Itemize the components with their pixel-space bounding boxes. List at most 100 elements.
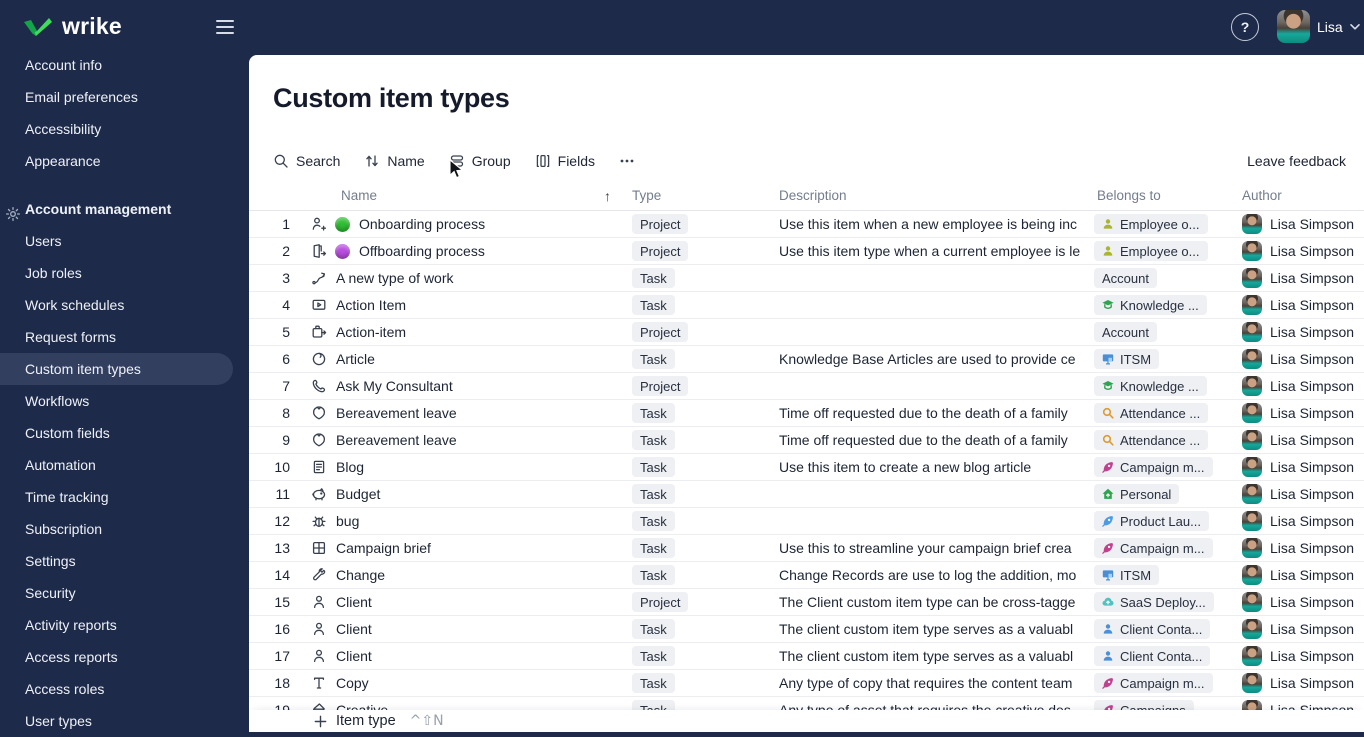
sidebar-item-job-roles[interactable]: Job roles [0, 257, 249, 289]
sidebar-item-access-roles[interactable]: Access roles [0, 673, 249, 705]
table-row[interactable]: 2 Offboarding process Project Use this item… [249, 238, 1364, 265]
type-badge: Task [632, 673, 675, 693]
table-row[interactable]: 7 Ask My Consultant Project Knowledge ... Li… [249, 373, 1364, 400]
table-row[interactable]: 1 Onboarding process Project Use this item … [249, 211, 1364, 238]
face-icon [310, 346, 328, 372]
table-row[interactable]: 3 A new type of work Task Account Lisa Simps… [249, 265, 1364, 292]
sidebar-item-account-info[interactable]: Account info [0, 49, 249, 81]
sidebar-item-settings[interactable]: Settings [0, 545, 249, 577]
author-cell: Lisa Simpson [1242, 346, 1354, 372]
sidebar-item-custom-item-types[interactable]: Custom item types [0, 353, 233, 385]
sidebar-item-users[interactable]: Users [0, 225, 249, 257]
sidebar-item-appearance[interactable]: Appearance [0, 145, 249, 177]
author-cell: Lisa Simpson [1242, 292, 1354, 318]
sidebar-item-time-tracking[interactable]: Time tracking [0, 481, 249, 513]
toolbar-label: Group [471, 153, 511, 169]
column-header-description[interactable]: Description [779, 188, 847, 203]
column-header-author[interactable]: Author [1242, 188, 1282, 203]
briefcase-arrow-icon [310, 319, 328, 345]
sidebar: Account info Email preferences Accessibili… [0, 0, 249, 732]
table-row[interactable]: 11 Budget Task Personal Lisa Simpson [249, 481, 1364, 508]
user-menu[interactable]: Lisa [1277, 10, 1360, 43]
table-row[interactable]: 12 bug Task Product Lau... Lisa Simpson [249, 508, 1364, 535]
belongs-to-badge: SaaS Deploy... [1094, 592, 1214, 612]
toolbar-fields-button[interactable]: Fields [535, 153, 595, 169]
belongs-to-badge: Knowledge ... [1094, 295, 1207, 315]
table-row[interactable]: 15 Client Project The Client custom item ty… [249, 589, 1364, 616]
table-row[interactable]: 9 Bereavement leave Task Time off requested… [249, 427, 1364, 454]
author-name: Lisa Simpson [1270, 270, 1355, 286]
belongs-to-cell: Campaign m... [1094, 454, 1213, 480]
author-name: Lisa Simpson [1270, 648, 1355, 664]
footer-bar: Item type ^⇧N [249, 710, 1364, 732]
item-type-cell: Project [632, 211, 689, 237]
row-number: 5 [282, 324, 290, 340]
belongs-to-cell: Product Lau... [1094, 508, 1209, 534]
sidebar-item-access-reports[interactable]: Access reports [0, 641, 249, 673]
author-cell: Lisa Simpson [1242, 643, 1354, 669]
belongs-to-cell: ITSM [1094, 346, 1160, 372]
sidebar-item-label: Custom fields [25, 425, 110, 441]
author-cell: Lisa Simpson [1242, 589, 1354, 615]
item-description: Knowledge Base Articles are used to prov… [779, 351, 1076, 367]
item-description: Time off requested due to the death of a… [779, 432, 1068, 448]
table-row[interactable]: 18 Copy Task Any type of copy that requires… [249, 670, 1364, 697]
author-cell: Lisa Simpson [1242, 454, 1354, 480]
add-item-type-button[interactable]: Item type [313, 713, 396, 729]
author-name: Lisa Simpson [1270, 675, 1355, 691]
sidebar-item-work-schedules[interactable]: Work schedules [0, 289, 249, 321]
toolbar-more-button[interactable] [619, 153, 635, 169]
leave-feedback-link[interactable]: Leave feedback [1247, 153, 1346, 169]
type-badge: Task [632, 457, 675, 477]
item-type-cell: Project [632, 589, 689, 615]
sidebar-item-security[interactable]: Security [0, 577, 249, 609]
author-cell: Lisa Simpson [1242, 265, 1354, 291]
toolbar-group-button[interactable]: Group [449, 153, 511, 169]
item-description: Use this item to create a new blog artic… [779, 459, 1032, 475]
author-avatar [1242, 457, 1262, 477]
toolbar-search-button[interactable]: Search [273, 153, 340, 169]
column-header-belongs-to[interactable]: Belongs to [1097, 188, 1161, 203]
row-number: 1 [282, 216, 290, 232]
author-name: Lisa Simpson [1270, 351, 1355, 367]
help-icon[interactable]: ? [1231, 13, 1259, 41]
item-name: Blog [336, 459, 365, 475]
author-name: Lisa Simpson [1270, 567, 1355, 583]
sidebar-item-activity-reports[interactable]: Activity reports [0, 609, 249, 641]
belongs-to-badge: Knowledge ... [1094, 376, 1207, 396]
sidebar-item-request-forms[interactable]: Request forms [0, 321, 249, 353]
sidebar-item-accessibility[interactable]: Accessibility [0, 113, 249, 145]
item-name: Budget [336, 486, 381, 502]
sidebar-item-label: Work schedules [25, 297, 125, 313]
item-description [779, 292, 1087, 318]
column-header-type[interactable]: Type [632, 188, 661, 203]
toolbar: Search Name Group Fields Leave feedback [273, 148, 1346, 174]
type-badge: Task [632, 511, 675, 531]
sort-ascending-icon[interactable]: ↑ [604, 188, 611, 204]
table-row[interactable]: 4 Action Item Task Knowledge ... Lisa Simpso… [249, 292, 1364, 319]
table-row[interactable]: 8 Bereavement leave Task Time off requested… [249, 400, 1364, 427]
table-row[interactable]: 5 Action-item Project Account Lisa Simpson [249, 319, 1364, 346]
table-row[interactable]: 6 Article Task Knowledge Base Articles are … [249, 346, 1364, 373]
sidebar-item-custom-fields[interactable]: Custom fields [0, 417, 249, 449]
toolbar-name-button[interactable]: Name [364, 153, 425, 169]
sidebar-item-workflows[interactable]: Workflows [0, 385, 249, 417]
sidebar-item-email-preferences[interactable]: Email preferences [0, 81, 249, 113]
author-name: Lisa Simpson [1270, 324, 1355, 340]
sidebar-item-label: Activity reports [25, 617, 117, 633]
author-name: Lisa Simpson [1270, 459, 1355, 475]
sidebar-item-subscription[interactable]: Subscription [0, 513, 249, 545]
table-row[interactable]: 16 Client Task The client custom item type … [249, 616, 1364, 643]
column-header-name[interactable]: Name [341, 188, 377, 203]
table-row[interactable]: 17 Client Task The client custom item type … [249, 643, 1364, 670]
sidebar-item-automation[interactable]: Automation [0, 449, 249, 481]
sidebar-item-account-management[interactable]: Account management [0, 193, 249, 225]
table-row[interactable]: 10 Blog Task Use this item to create a new … [249, 454, 1364, 481]
table-row[interactable]: 14 Change Task Change Records are use to lo… [249, 562, 1364, 589]
item-name: Campaign brief [336, 540, 431, 556]
sidebar-item-user-types[interactable]: User types [0, 705, 249, 737]
keyboard-shortcut: ^⇧N [409, 713, 444, 729]
table-row[interactable]: 13 Campaign brief Task Use this to streamli… [249, 535, 1364, 562]
author-cell: Lisa Simpson [1242, 562, 1354, 588]
type-badge: Project [632, 376, 689, 396]
